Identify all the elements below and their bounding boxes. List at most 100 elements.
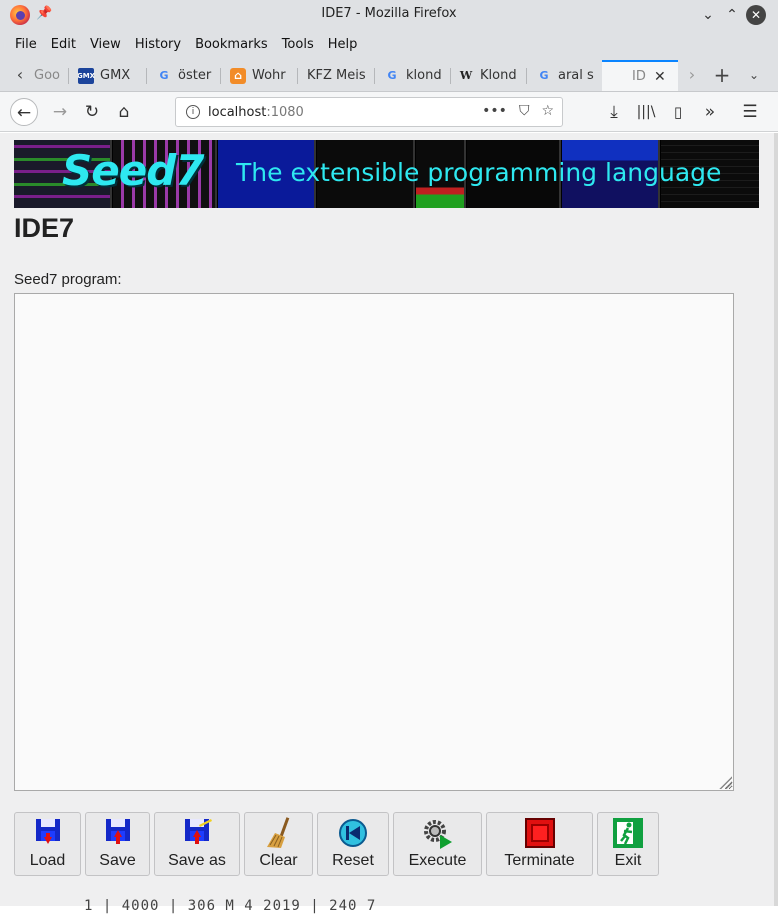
- save-as-label: Save as: [168, 852, 226, 869]
- execute-button[interactable]: Execute: [393, 812, 482, 876]
- gmx-icon: GMX: [78, 67, 95, 84]
- terminate-label: Terminate: [504, 852, 575, 869]
- pocket-icon[interactable]: ⛉: [519, 103, 530, 119]
- tab-google-3[interactable]: G klond: [384, 60, 442, 91]
- page-content: Seed7 The extensible programming languag…: [0, 133, 778, 914]
- menu-file[interactable]: File: [15, 37, 37, 52]
- google-icon: G: [387, 69, 397, 82]
- reset-label: Reset: [332, 852, 374, 869]
- tab-label: aral s: [558, 68, 594, 83]
- menu-edit[interactable]: Edit: [51, 37, 76, 52]
- url-text[interactable]: localhost:1080: [208, 105, 304, 120]
- menu-help[interactable]: Help: [328, 37, 358, 52]
- load-button[interactable]: Load: [14, 812, 81, 876]
- back-icon[interactable]: ←: [10, 98, 38, 126]
- tab-label: öster: [178, 68, 212, 83]
- exit-running-man-icon: [613, 818, 643, 848]
- save-button[interactable]: Save: [85, 812, 150, 876]
- tab-google-2[interactable]: G öster: [156, 60, 212, 91]
- tab-wikipedia[interactable]: W Klond: [458, 60, 520, 91]
- terminate-button[interactable]: Terminate: [486, 812, 593, 876]
- seed7-logo: Seed7: [62, 146, 205, 195]
- tab-label: ID: [632, 69, 646, 84]
- tab-separator: [450, 68, 451, 84]
- load-label: Load: [29, 852, 66, 869]
- stop-icon: [524, 818, 555, 848]
- forward-icon[interactable]: →: [46, 98, 74, 126]
- exit-label: Exit: [614, 852, 642, 869]
- exit-button[interactable]: Exit: [597, 812, 659, 876]
- tab-label: klond: [406, 68, 442, 83]
- google-icon: G: [159, 69, 169, 82]
- url-bar[interactable]: i localhost:1080 ••• ⛉ ☆: [175, 97, 563, 127]
- maximize-icon[interactable]: ⌃: [722, 5, 742, 25]
- tab-label: GMX: [100, 68, 131, 83]
- wikipedia-icon: W: [459, 69, 473, 82]
- page-title: IDE7: [14, 213, 75, 243]
- tab-label: Wohr: [252, 68, 286, 83]
- menu-bookmarks[interactable]: Bookmarks: [195, 37, 268, 52]
- reload-icon[interactable]: ↻: [78, 98, 106, 126]
- resize-grip-icon[interactable]: [718, 775, 732, 789]
- clear-label: Clear: [259, 852, 298, 869]
- menu-history[interactable]: History: [135, 37, 181, 52]
- banner-tagline: The extensible programming language: [236, 158, 722, 187]
- tab-ide7-active[interactable]: ID ✕: [602, 60, 678, 91]
- close-window-icon[interactable]: ✕: [746, 5, 766, 25]
- google-icon: G: [539, 69, 549, 82]
- downloads-icon[interactable]: ⤓: [600, 98, 628, 126]
- tab-wohn[interactable]: ⌂ Wohr: [230, 60, 290, 91]
- program-label: Seed7 program:: [14, 271, 122, 288]
- tab-label: Klond: [480, 68, 517, 83]
- tab-separator: [68, 68, 69, 84]
- seed7-banner: Seed7 The extensible programming languag…: [14, 140, 759, 208]
- reset-rewind-icon: [339, 819, 367, 847]
- menu-tools[interactable]: Tools: [282, 37, 314, 52]
- tab-separator: [220, 68, 221, 84]
- page-actions-icon[interactable]: •••: [482, 103, 507, 119]
- tab-google-1[interactable]: Goo: [34, 60, 64, 91]
- tab-scroll-left-icon[interactable]: ‹: [10, 64, 30, 86]
- broom-icon: [266, 817, 289, 848]
- new-tab-icon[interactable]: +: [712, 64, 732, 86]
- save-as-floppy-icon: [185, 819, 212, 844]
- url-host: localhost: [208, 105, 267, 120]
- home-icon: ⌂: [230, 67, 246, 84]
- window-titlebar: 📌 IDE7 - Mozilla Firefox ⌄ ⌃ ✕: [0, 0, 778, 30]
- execute-label: Execute: [408, 852, 467, 869]
- program-editor[interactable]: [14, 293, 734, 791]
- hamburger-menu-icon[interactable]: ☰: [736, 98, 764, 126]
- tab-separator: [297, 68, 298, 84]
- window-title: IDE7 - Mozilla Firefox: [321, 6, 457, 21]
- tab-separator: [526, 68, 527, 84]
- save-as-button[interactable]: Save as: [154, 812, 240, 876]
- overflow-menu-icon[interactable]: »: [696, 98, 724, 126]
- clear-button[interactable]: Clear: [244, 812, 313, 876]
- close-tab-icon[interactable]: ✕: [654, 69, 666, 85]
- library-icon[interactable]: |||\: [632, 98, 660, 126]
- load-floppy-icon: [35, 819, 60, 844]
- navigation-bar: ← → ↻ ⌂ i localhost:1080 ••• ⛉ ☆ ⤓ |||\ …: [0, 92, 778, 132]
- tab-separator: [374, 68, 375, 84]
- home-icon[interactable]: ⌂: [110, 98, 138, 126]
- tab-kfz[interactable]: KFZ Meis: [307, 60, 369, 91]
- url-port: :1080: [266, 105, 304, 120]
- sidebar-icon[interactable]: ▯: [664, 98, 692, 126]
- tab-google-4[interactable]: G aral s: [536, 60, 594, 91]
- reset-button[interactable]: Reset: [317, 812, 389, 876]
- tab-label: Goo: [34, 68, 60, 83]
- tab-gmx[interactable]: GMX GMX: [78, 60, 140, 91]
- menu-bar: File Edit View History Bookmarks Tools H…: [0, 30, 778, 58]
- tab-separator: [146, 68, 147, 84]
- list-all-tabs-icon[interactable]: ⌄: [744, 64, 764, 86]
- bookmark-star-icon[interactable]: ☆: [541, 103, 554, 119]
- footer-partial-text: 1 | 4000 | 306 M 4 2019 | 240 7: [84, 898, 377, 914]
- menu-view[interactable]: View: [90, 37, 121, 52]
- tab-bar: ‹ Goo GMX GMX G öster ⌂ Wohr KFZ Meis G …: [0, 58, 778, 92]
- site-info-icon[interactable]: i: [186, 105, 200, 119]
- tab-scroll-right-icon[interactable]: ›: [682, 64, 702, 86]
- save-floppy-icon: [105, 819, 130, 844]
- minimize-icon[interactable]: ⌄: [698, 5, 718, 25]
- tab-label: KFZ Meis: [307, 68, 366, 83]
- gear-play-icon: [423, 820, 452, 849]
